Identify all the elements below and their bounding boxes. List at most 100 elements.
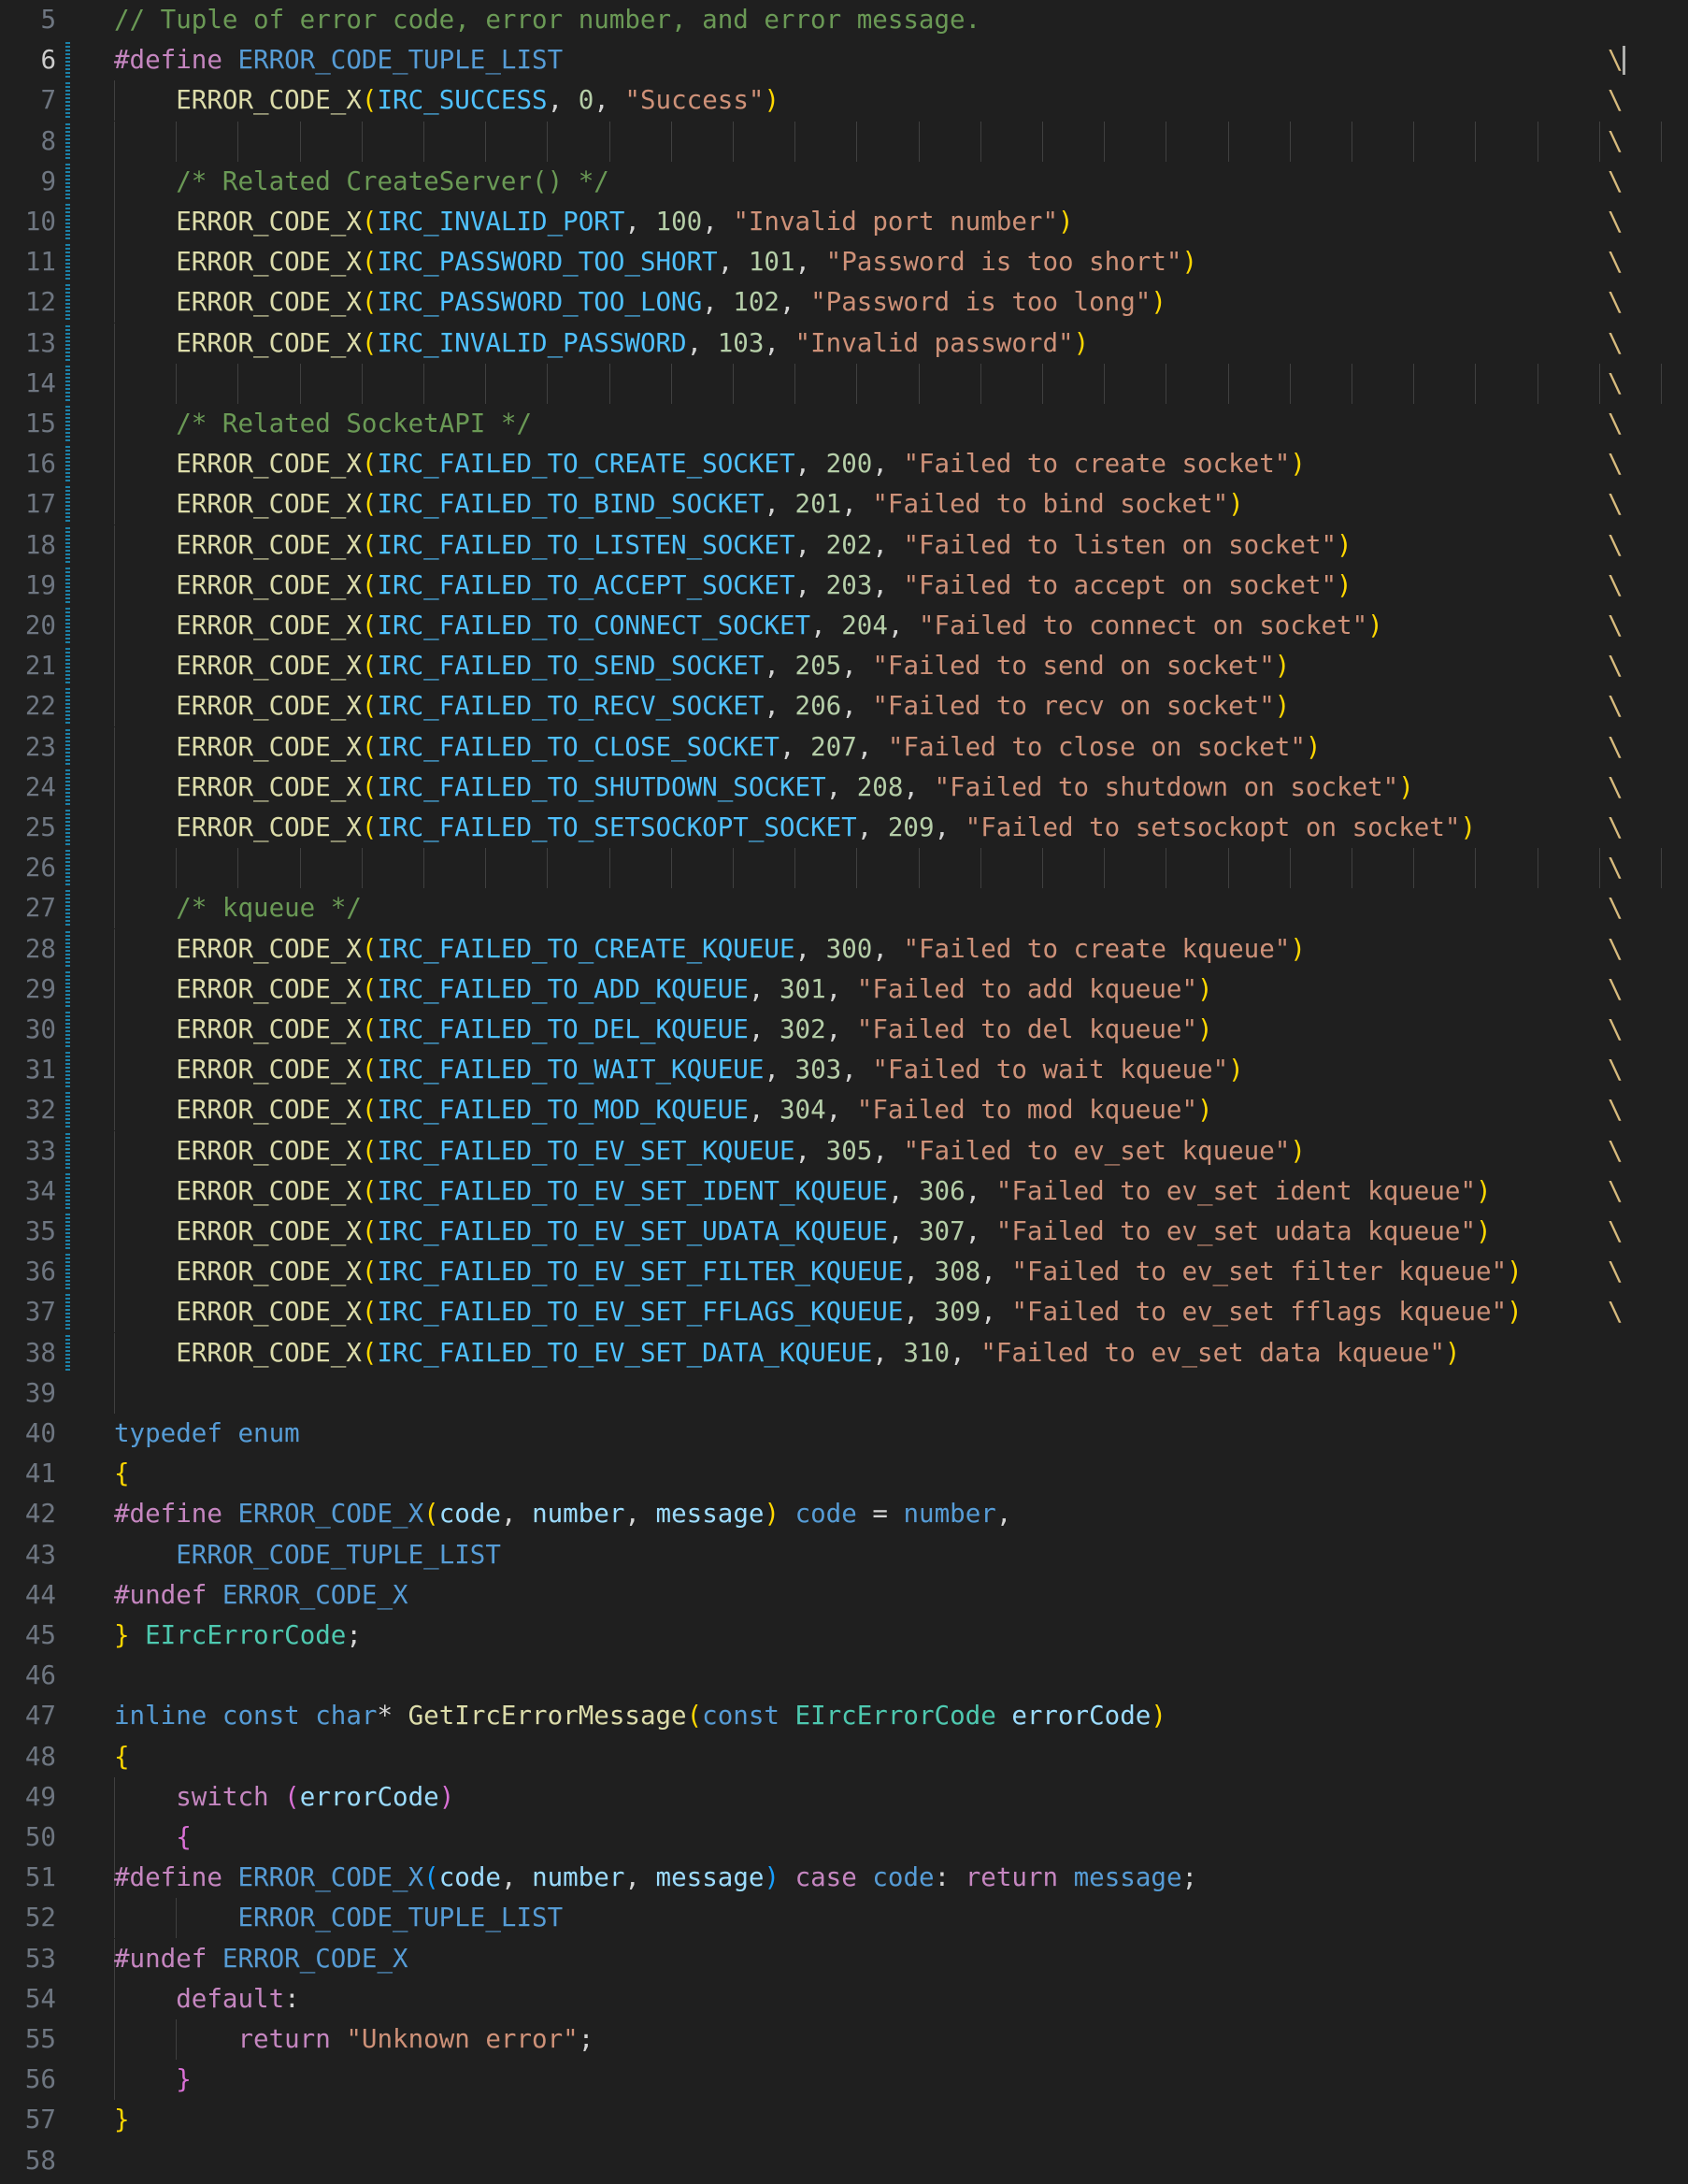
code-editor[interactable]: 5 // Tuple of error code, error number, a… — [0, 0, 1688, 2184]
code-line[interactable]: 6 #define ERROR_CODE_TUPLE_LIST \ — [0, 40, 1688, 80]
code-line[interactable]: 23 ERROR_CODE_X(IRC_FAILED_TO_CLOSE_SOCK… — [0, 726, 1688, 768]
indent-guide — [114, 363, 115, 404]
code-line[interactable]: 58 — [0, 2141, 1688, 2181]
code-line[interactable]: 57} — [0, 2100, 1688, 2140]
code-text: typedef enum — [114, 1414, 300, 1454]
code-token: number — [532, 1499, 625, 1530]
code-line[interactable]: 12 ERROR_CODE_X(IRC_PASSWORD_TOO_LONG, 1… — [0, 282, 1688, 323]
code-line[interactable]: 49 switch (errorCode) — [0, 1776, 1688, 1818]
code-line[interactable]: 29 ERROR_CODE_X(IRC_FAILED_TO_ADD_KQUEUE… — [0, 969, 1688, 1010]
code-line[interactable]: 30 ERROR_CODE_X(IRC_FAILED_TO_DEL_KQUEUE… — [0, 1010, 1688, 1050]
code-line[interactable]: 35 ERROR_CODE_X(IRC_FAILED_TO_EV_SET_UDA… — [0, 1212, 1688, 1252]
code-line[interactable]: 14 \ — [0, 363, 1688, 404]
code-line[interactable]: 37 ERROR_CODE_X(IRC_FAILED_TO_EV_SET_FFL… — [0, 1292, 1688, 1333]
code-token: , — [872, 1135, 904, 1166]
indent-guide — [547, 121, 549, 162]
code-line[interactable]: 51 #define ERROR_CODE_X(code, number, mes… — [0, 1858, 1688, 1899]
code-line[interactable]: 48 { — [0, 1737, 1688, 1777]
code-line[interactable]: 28 ERROR_CODE_X(IRC_FAILED_TO_CREATE_KQU… — [0, 928, 1688, 970]
code-token: IRC_FAILED_TO_SHUTDOWN_SOCKET — [377, 771, 826, 802]
code-token: : — [284, 1983, 300, 2014]
code-token: ERROR_CODE_X — [176, 489, 362, 520]
code-token: 308 — [934, 1257, 981, 1287]
code-line[interactable]: 17 ERROR_CODE_X(IRC_FAILED_TO_BIND_SOCKE… — [0, 484, 1688, 525]
code-token: , — [624, 1499, 656, 1530]
line-number: 27 — [24, 893, 56, 924]
code-token: IRC_FAILED_TO_EV_SET_UDATA_KQUEUE — [377, 1216, 888, 1246]
indent-guide — [1042, 363, 1043, 404]
code-line[interactable]: 15 /* Related SocketAPI */ \ — [0, 404, 1688, 444]
code-line[interactable]: 9 /* Related CreateServer() */ \ — [0, 161, 1688, 202]
code-token: , — [702, 287, 734, 318]
code-token: } — [114, 1620, 146, 1650]
code-token: ; — [578, 2024, 594, 2054]
gutter-change-marker — [65, 890, 70, 927]
code-line[interactable]: 41 { — [0, 1454, 1688, 1494]
code-line[interactable]: 45} EIrcErrorCode; — [0, 1616, 1688, 1656]
code-token: , — [748, 973, 780, 1004]
code-line[interactable]: 44 #undef ERROR_CODE_X — [0, 1575, 1688, 1616]
code-line[interactable]: 47 inline const char* GetIrcErrorMessage(… — [0, 1696, 1688, 1736]
code-line[interactable]: 34 ERROR_CODE_X(IRC_FAILED_TO_EV_SET_IDE… — [0, 1171, 1688, 1212]
code-token: , — [841, 691, 873, 722]
code-token: "Failed to close on socket" — [887, 731, 1306, 762]
code-line[interactable]: 13 ERROR_CODE_X(IRC_INVALID_PASSWORD, 10… — [0, 323, 1688, 364]
code-line[interactable]: 55 return "Unknown error"; — [0, 2019, 1688, 2060]
indent-guide — [856, 363, 858, 404]
code-token: /* kqueue */ — [176, 893, 362, 924]
code-line[interactable]: 18 ERROR_CODE_X(IRC_FAILED_TO_LISTEN_SOC… — [0, 524, 1688, 566]
code-line[interactable]: 11 ERROR_CODE_X(IRC_PASSWORD_TOO_SHORT, … — [0, 242, 1688, 283]
code-token: , — [872, 1337, 904, 1368]
code-token: ( — [361, 327, 378, 358]
code-text: { — [114, 1737, 130, 1777]
code-line[interactable]: 22 ERROR_CODE_X(IRC_FAILED_TO_RECV_SOCKE… — [0, 686, 1688, 727]
code-line[interactable]: 24 ERROR_CODE_X(IRC_FAILED_TO_SHUTDOWN_S… — [0, 767, 1688, 808]
code-line[interactable]: 53 #undef ERROR_CODE_X — [0, 1938, 1688, 1979]
indent-guide — [918, 363, 920, 404]
code-token: ERROR_CODE_X — [176, 1337, 362, 1368]
code-line[interactable]: 52 ERROR_CODE_TUPLE_LIST — [0, 1898, 1688, 1939]
code-text: ERROR_CODE_X(IRC_FAILED_TO_SETSOCKOPT_SO… — [114, 808, 1476, 848]
code-line[interactable]: 5 // Tuple of error code, error number, a… — [0, 0, 1688, 40]
code-line[interactable]: 26 \ — [0, 848, 1688, 889]
code-line[interactable]: 8 \ — [0, 121, 1688, 162]
code-line[interactable]: 21 ERROR_CODE_X(IRC_FAILED_TO_SEND_SOCKE… — [0, 646, 1688, 687]
code-token: ERROR_CODE_X — [176, 207, 362, 237]
code-line[interactable]: 33 ERROR_CODE_X(IRC_FAILED_TO_EV_SET_KQU… — [0, 1130, 1688, 1171]
code-line[interactable]: 40 typedef enum — [0, 1414, 1688, 1454]
code-line[interactable]: 32 ERROR_CODE_X(IRC_FAILED_TO_MOD_KQUEUE… — [0, 1090, 1688, 1131]
code-token: "Failed to add kqueue" — [856, 973, 1198, 1004]
indent-guide — [237, 121, 239, 162]
code-token: , — [841, 1055, 873, 1085]
code-line[interactable]: 31 ERROR_CODE_X(IRC_FAILED_TO_WAIT_KQUEU… — [0, 1050, 1688, 1091]
code-line[interactable]: 16 ERROR_CODE_X(IRC_FAILED_TO_CREATE_SOC… — [0, 444, 1688, 485]
code-line[interactable]: 25 ERROR_CODE_X(IRC_FAILED_TO_SETSOCKOPT… — [0, 808, 1688, 848]
code-line[interactable]: 56 } — [0, 2060, 1688, 2101]
code-line[interactable]: 38 ERROR_CODE_X(IRC_FAILED_TO_EV_SET_DAT… — [0, 1332, 1688, 1373]
indent-guide — [1042, 848, 1043, 889]
code-line[interactable]: 20 ERROR_CODE_X(IRC_FAILED_TO_CONNECT_SO… — [0, 606, 1688, 646]
code-line[interactable]: 7 ERROR_CODE_X(IRC_SUCCESS, 0, "Success"… — [0, 80, 1688, 122]
code-line[interactable]: 39 — [0, 1372, 1688, 1414]
indent-guide — [733, 121, 734, 162]
code-line[interactable]: 36 ERROR_CODE_X(IRC_FAILED_TO_EV_SET_FIL… — [0, 1252, 1688, 1293]
code-line[interactable]: 43 ERROR_CODE_TUPLE_LIST — [0, 1535, 1688, 1575]
code-line[interactable]: 19 ERROR_CODE_X(IRC_FAILED_TO_ACCEPT_SOC… — [0, 565, 1688, 606]
code-token: ERROR_CODE_X — [176, 1297, 362, 1328]
line-number: 34 — [24, 1175, 56, 1206]
line-number: 49 — [24, 1781, 56, 1812]
code-line[interactable]: 46 — [0, 1656, 1688, 1696]
code-token: ERROR_CODE_X — [176, 287, 362, 318]
code-line[interactable]: 10 ERROR_CODE_X(IRC_INVALID_PORT, 100, "… — [0, 202, 1688, 242]
code-token: 310 — [903, 1337, 951, 1368]
code-line[interactable]: 50 { — [0, 1818, 1688, 1858]
line-continuation-backslash: \ — [1608, 45, 1624, 76]
gutter-change-marker — [65, 365, 70, 402]
code-line[interactable]: 42 #define ERROR_CODE_X(code, number, mes… — [0, 1494, 1688, 1534]
code-line[interactable]: 54 default: — [0, 1978, 1688, 2019]
code-line[interactable]: 27 /* kqueue */ \ — [0, 888, 1688, 929]
